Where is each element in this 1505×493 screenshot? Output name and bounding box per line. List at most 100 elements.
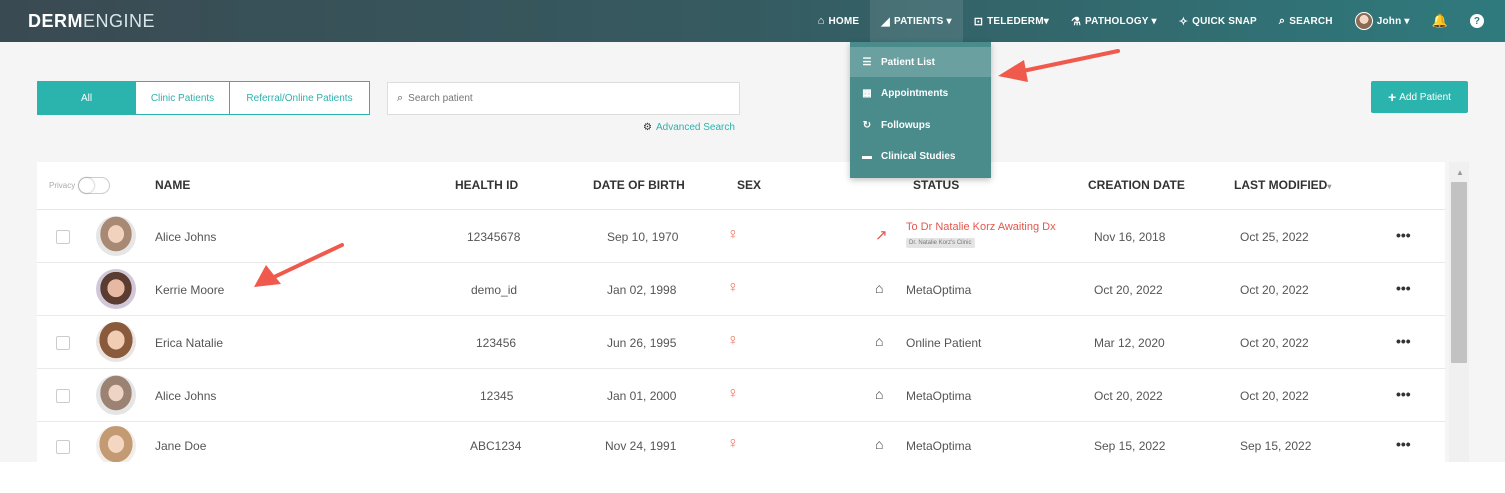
header-name[interactable]: NAME [155, 178, 190, 192]
add-patient-button[interactable]: + Add Patient [1371, 81, 1468, 113]
menu-item-followups[interactable]: ↻ Followups [850, 110, 991, 140]
female-icon: ♀ [727, 279, 739, 296]
row-checkbox[interactable] [56, 389, 70, 403]
clinic-home-icon: ⌂ [875, 386, 884, 402]
filter-all[interactable]: All [37, 81, 136, 115]
nav-search[interactable]: ⌕ SEARCH [1268, 0, 1344, 42]
nav-patients[interactable]: ◢ PATIENTS ▾ [870, 0, 963, 42]
clinic-home-icon: ⌂ [875, 280, 884, 296]
folder-icon: ▬ [862, 150, 872, 162]
header-status[interactable]: STATUS [913, 178, 959, 192]
row-more-menu[interactable]: ••• [1396, 227, 1411, 243]
search-patient-box: ⌕ [387, 82, 740, 115]
camera-icon: ✧ [1178, 15, 1189, 28]
last-modified: Oct 25, 2022 [1240, 230, 1309, 244]
table-row[interactable]: Alice Johns 12345 Jan 01, 2000 ♀ ⌂ MetaO… [37, 369, 1445, 422]
patient-avatar [96, 426, 136, 462]
health-id: 12345678 [467, 230, 521, 244]
search-icon: ⌕ [1278, 14, 1286, 27]
patient-avatar [96, 322, 136, 362]
gear-icon: ⚙ [643, 122, 652, 133]
header-health-id[interactable]: HEALTH ID [455, 178, 518, 192]
nav-user-menu[interactable]: John ▾ [1344, 0, 1421, 42]
nav-menu: ⌂ HOME ◢ PATIENTS ▾ ⊡ TELEDERM▾ ⚗ PATHOL… [807, 0, 1495, 42]
patient-avatar [96, 375, 136, 415]
scrollbar-thumb[interactable] [1451, 182, 1467, 363]
header-last-modified[interactable]: LAST MODIFIED▾ [1234, 178, 1331, 192]
row-checkbox[interactable] [56, 440, 70, 454]
creation-date: Nov 16, 2018 [1094, 230, 1166, 244]
last-modified: Oct 20, 2022 [1240, 283, 1309, 297]
top-navbar: DERMENGINE ⌂ HOME ◢ PATIENTS ▾ ⊡ TELEDER… [0, 0, 1505, 42]
date-of-birth: Jun 26, 1995 [607, 336, 677, 350]
row-more-menu[interactable]: ••• [1396, 280, 1411, 296]
health-id: demo_id [471, 283, 518, 297]
date-of-birth: Jan 01, 2000 [607, 389, 677, 403]
privacy-toggle[interactable] [78, 177, 111, 194]
status-text: Online Patient [906, 336, 982, 350]
menu-item-appointments[interactable]: ▦ Appointments [850, 78, 991, 108]
search-patient-input[interactable] [408, 93, 709, 104]
header-sex[interactable]: SEX [737, 178, 761, 192]
nav-help[interactable]: ? [1459, 0, 1495, 42]
search-icon: ⌕ [397, 92, 404, 104]
creation-date: Oct 20, 2022 [1094, 389, 1163, 403]
nav-pathology[interactable]: ⚗ PATHOLOGY ▾ [1060, 0, 1168, 42]
list-icon: ☰ [862, 56, 872, 68]
date-of-birth: Nov 24, 1991 [605, 439, 677, 453]
status-text[interactable]: To Dr Natalie Korz Awaiting Dx [906, 221, 1056, 233]
help-icon: ? [1470, 14, 1484, 28]
female-icon: ♀ [727, 435, 739, 452]
user-avatar [1354, 12, 1373, 30]
patient-name[interactable]: Erica Natalie [155, 336, 223, 350]
clinic-home-icon: ⌂ [875, 436, 884, 452]
calendar-icon: ▦ [862, 87, 872, 99]
patient-filter-tabs: All Clinic Patients Referral/Online Pati… [37, 81, 370, 115]
health-id: 123456 [476, 336, 517, 350]
date-of-birth: Sep 10, 1970 [607, 230, 679, 244]
status-text: MetaOptima [906, 439, 972, 453]
creation-date: Mar 12, 2020 [1094, 336, 1165, 350]
table-row[interactable]: Alice Johns 12345678 Sep 10, 1970 ♀ ↗ To… [37, 210, 1445, 263]
nav-notifications[interactable]: 🔔 [1421, 0, 1459, 42]
female-icon: ♀ [727, 385, 739, 402]
row-more-menu[interactable]: ••• [1396, 333, 1411, 349]
last-modified: Oct 20, 2022 [1240, 336, 1309, 350]
table-row[interactable]: Jane Doe ABC1234 Nov 24, 1991 ♀ ⌂ MetaOp… [37, 422, 1445, 462]
nav-home[interactable]: ⌂ HOME [807, 0, 871, 42]
menu-item-clinical-studies[interactable]: ▬ Clinical Studies [850, 141, 991, 171]
table-row[interactable]: Kerrie Moore demo_id Jan 02, 1998 ♀ ⌂ Me… [37, 263, 1445, 316]
row-checkbox[interactable] [56, 336, 70, 350]
sort-arrow-icon: ▾ [1327, 182, 1332, 191]
dermengine-logo[interactable]: DERMENGINE [28, 11, 155, 32]
patient-name[interactable]: Alice Johns [155, 230, 216, 244]
health-id: 12345 [480, 389, 514, 403]
clinic-home-icon: ⌂ [875, 333, 884, 349]
scroll-up-icon[interactable]: ▲ [1456, 168, 1464, 177]
nav-quick-snap[interactable]: ✧ QUICK SNAP [1168, 0, 1268, 42]
table-header: Privacy NAME HEALTH ID DATE OF BIRTH SEX… [37, 162, 1445, 210]
row-more-menu[interactable]: ••• [1396, 436, 1411, 452]
filter-referral-online-patients[interactable]: Referral/Online Patients [230, 81, 370, 115]
privacy-toggle-group: Privacy [49, 177, 111, 194]
referral-arrow-icon: ↗ [875, 227, 888, 244]
nav-telederm[interactable]: ⊡ TELEDERM▾ [963, 0, 1060, 42]
header-date-of-birth[interactable]: DATE OF BIRTH [593, 178, 685, 192]
patients-icon: ◢ [881, 15, 890, 28]
row-more-menu[interactable]: ••• [1396, 386, 1411, 402]
advanced-search-link[interactable]: ⚙ Advanced Search [643, 122, 735, 133]
patient-name[interactable]: Alice Johns [155, 389, 216, 403]
female-icon: ♀ [727, 226, 739, 243]
bell-icon: 🔔 [1431, 13, 1448, 28]
telederm-icon: ⊡ [973, 15, 984, 28]
table-row[interactable]: Erica Natalie 123456 Jun 26, 1995 ♀ ⌂ On… [37, 316, 1445, 369]
patient-avatar [96, 269, 136, 309]
row-checkbox[interactable] [56, 230, 70, 244]
filter-clinic-patients[interactable]: Clinic Patients [136, 81, 230, 115]
patient-name[interactable]: Jane Doe [155, 439, 206, 453]
patient-name[interactable]: Kerrie Moore [155, 283, 224, 297]
menu-item-patient-list[interactable]: ☰ Patient List [850, 47, 991, 77]
creation-date: Sep 15, 2022 [1094, 439, 1166, 453]
last-modified: Oct 20, 2022 [1240, 389, 1309, 403]
header-creation-date[interactable]: CREATION DATE [1088, 178, 1185, 192]
